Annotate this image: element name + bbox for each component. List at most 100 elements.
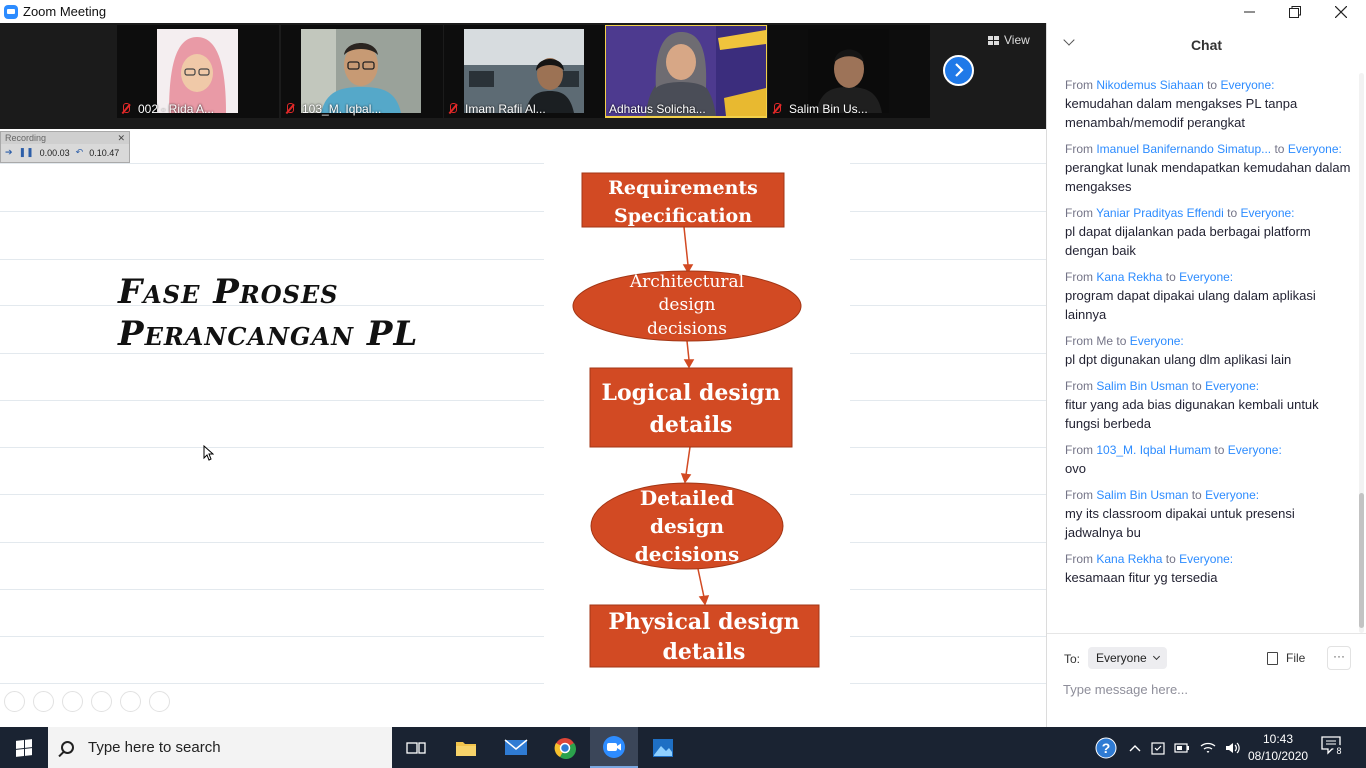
play-icon[interactable]: ➔ (5, 147, 13, 158)
message-text: my its classroom dipakai untuk presensi … (1065, 506, 1295, 540)
message-text: pl dapat dijalankan pada berbagai platfo… (1065, 224, 1311, 258)
undo-icon[interactable]: ↶ (76, 147, 84, 158)
search-icon (61, 741, 74, 754)
sender-name: Me (1096, 334, 1114, 348)
zoom-icon[interactable] (120, 691, 141, 712)
chat-message: From Nikodemus Siahaan to Everyone: kemu… (1065, 77, 1355, 132)
recipient-dropdown[interactable]: Everyone (1088, 647, 1167, 669)
chrome-icon (554, 737, 576, 759)
restore-button[interactable] (1272, 0, 1318, 23)
diagram-step-label: decisions (647, 319, 727, 339)
notification-button[interactable]: 8 (1320, 735, 1346, 759)
volume-icon[interactable] (1224, 741, 1242, 755)
chevron-up-icon[interactable] (1128, 743, 1142, 753)
participant-name: Salim Bin Us... (772, 102, 868, 116)
message-text: kesamaan fitur yg tersedia (1065, 570, 1218, 585)
diagram-step-label: Detailed (640, 486, 734, 510)
diagram-step-label: details (663, 639, 746, 665)
pause-icon[interactable]: ❚❚ (19, 147, 34, 158)
participant-strip: 002 - Rida A... 103_M. Iqbal... Imam Raf… (0, 23, 1046, 129)
sender-name[interactable]: Kana Rekha (1096, 552, 1162, 566)
view-button[interactable]: View (988, 33, 1030, 47)
message-text: fitur yang ada bias digunakan kembali un… (1065, 397, 1319, 431)
chrome-button[interactable] (541, 727, 589, 768)
mic-muted-icon (121, 103, 130, 115)
taskbar: Type here to search ? 10:43 08/10/2020 8 (0, 727, 1366, 768)
participant-name: Adhatus Solicha... (609, 102, 706, 116)
message-input[interactable] (1063, 678, 1343, 700)
chat-message: From 103_M. Iqbal Humam to Everyone: ovo (1065, 442, 1355, 478)
window-title: Zoom Meeting (23, 4, 107, 19)
mail-button[interactable] (492, 727, 540, 768)
sender-name[interactable]: 103_M. Iqbal Humam (1096, 443, 1211, 457)
svg-text:?: ? (1102, 740, 1111, 756)
slides-icon[interactable] (91, 691, 112, 712)
mail-icon (504, 739, 528, 755)
chat-message: From Kana Rekha to Everyone: program dap… (1065, 269, 1355, 324)
diagram-step-label: Specification (614, 205, 752, 227)
sender-name[interactable]: Nikodemus Siahaan (1096, 78, 1203, 92)
next-page-button[interactable] (943, 55, 974, 86)
recording-close-icon[interactable]: ✕ (117, 133, 125, 144)
task-view-icon (406, 741, 426, 754)
participant-video (301, 29, 421, 113)
more-options-icon[interactable] (149, 691, 170, 712)
pen-icon[interactable] (62, 691, 83, 712)
mic-muted-icon (285, 103, 294, 115)
diagram-step-label: design (650, 514, 725, 538)
taskbar-clock[interactable]: 10:43 08/10/2020 (1248, 731, 1308, 765)
design-process-diagram: Requirements Specification Architectural… (544, 159, 850, 684)
security-icon[interactable] (1150, 740, 1166, 756)
diagram-step-label: decisions (635, 542, 739, 566)
diagram-step-label: Requirements (608, 177, 758, 199)
participant-tile[interactable]: 002 - Rida A... (117, 25, 279, 118)
search-placeholder: Type here to search (88, 739, 221, 756)
help-icon[interactable]: ? (1094, 736, 1118, 760)
chevron-down-icon[interactable] (1063, 34, 1075, 46)
wifi-icon[interactable] (1200, 741, 1216, 755)
taskbar-search[interactable]: Type here to search (48, 727, 392, 768)
start-button[interactable] (0, 727, 48, 768)
participant-tile[interactable]: Salim Bin Us... (768, 25, 930, 118)
sender-name[interactable]: Yaniar Pradityas Effendi (1096, 206, 1224, 220)
minimize-button[interactable] (1226, 0, 1272, 23)
zoom-logo-icon (4, 4, 18, 19)
mic-muted-icon (448, 103, 457, 115)
participant-tile[interactable]: 103_M. Iqbal... (281, 25, 443, 118)
recording-total: 0.10.47 (89, 147, 120, 158)
previous-slide-icon[interactable] (4, 691, 25, 712)
mic-muted-icon (772, 103, 781, 115)
photos-button[interactable] (639, 727, 687, 768)
file-explorer-button[interactable] (442, 727, 490, 768)
chat-more-button[interactable]: ··· (1327, 646, 1351, 670)
participant-name: Imam Rafii Al... (448, 102, 546, 116)
next-slide-icon[interactable] (33, 691, 54, 712)
chat-message: From Salim Bin Usman to Everyone: my its… (1065, 487, 1355, 542)
participant-video (157, 29, 238, 113)
chat-scrollbar[interactable] (1359, 73, 1364, 633)
to-label: To: (1064, 652, 1081, 666)
chat-message: From Salim Bin Usman to Everyone: fitur … (1065, 378, 1355, 433)
sender-name[interactable]: Salim Bin Usman (1096, 379, 1188, 393)
participant-video (464, 29, 584, 113)
participant-tile-active-speaker[interactable]: Adhatus Solicha... (605, 25, 767, 118)
participant-name: 002 - Rida A... (121, 102, 214, 116)
task-view-button[interactable] (392, 727, 440, 768)
sender-name[interactable]: Imanuel Banifernando Simatup... (1096, 142, 1271, 156)
recording-widget[interactable]: Recording ✕ ➔ ❚❚ 0.00.03 ↶ 0.10.47 (0, 131, 130, 163)
file-button[interactable]: File (1267, 651, 1305, 665)
battery-icon[interactable] (1174, 742, 1190, 754)
chevron-down-icon (1152, 652, 1160, 661)
chat-title: Chat (1190, 37, 1223, 53)
gallery-view-icon (988, 35, 999, 45)
minimize-icon (1243, 11, 1255, 13)
zoom-taskbar-button[interactable] (590, 727, 638, 768)
sender-name[interactable]: Salim Bin Usman (1096, 488, 1188, 502)
close-button[interactable] (1318, 0, 1364, 23)
chat-message-list: From Nikodemus Siahaan to Everyone: kemu… (1065, 77, 1355, 596)
message-text: ovo (1065, 461, 1086, 476)
file-icon (1267, 651, 1278, 665)
sender-name[interactable]: Kana Rekha (1096, 270, 1162, 284)
participant-tile[interactable]: Imam Rafii Al... (444, 25, 606, 118)
chat-message: From Me to Everyone: pl dpt digunakan ul… (1065, 333, 1355, 369)
